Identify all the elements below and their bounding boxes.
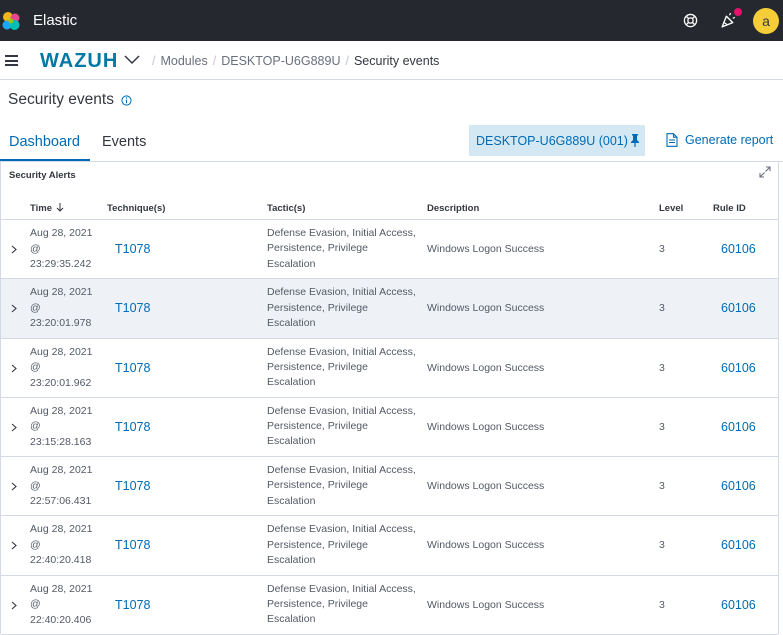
- table-row[interactable]: Aug 28, 2021 @22:57:06.431 T1078 Defense …: [1, 457, 778, 517]
- cell-description: Windows Logon Success: [427, 420, 545, 433]
- cell-technique-link[interactable]: T1078: [115, 301, 150, 315]
- wazuh-logo[interactable]: WAZUH: [40, 50, 118, 73]
- cell-level: 3: [659, 539, 665, 552]
- table-body: Aug 28, 2021 @23:29:35.242 T1078 Defense …: [1, 220, 778, 635]
- cell-technique-link[interactable]: T1078: [115, 538, 150, 552]
- cell-tactic: Defense Evasion, Initial Access, Persist…: [267, 227, 416, 270]
- cell-rule-id-link[interactable]: 60106: [721, 479, 756, 493]
- cell-tactic: Defense Evasion, Initial Access, Persist…: [267, 464, 416, 507]
- active-tab-indicator: [0, 159, 90, 161]
- generate-report-label: Generate report: [685, 133, 774, 147]
- sort-descending-icon: [56, 203, 64, 212]
- user-avatar[interactable]: a: [753, 8, 779, 34]
- elastic-logo-icon[interactable]: [1, 11, 21, 31]
- cell-rule-id-link[interactable]: 60106: [721, 301, 756, 315]
- breadcrumb-current: Security events: [353, 54, 440, 68]
- table-row[interactable]: Aug 28, 2021 @22:40:20.418 T1078 Defense …: [1, 516, 778, 576]
- cell-rule-id-link[interactable]: 60106: [721, 538, 756, 552]
- expand-icon[interactable]: [759, 166, 771, 178]
- app-title: Elastic: [33, 12, 78, 29]
- cell-tactic: Defense Evasion, Initial Access, Persist…: [267, 404, 416, 448]
- column-header-time[interactable]: Time: [30, 203, 64, 214]
- help-icon[interactable]: [683, 13, 698, 28]
- cell-description: Windows Logon Success: [427, 361, 545, 374]
- column-header-level[interactable]: Level: [659, 203, 683, 214]
- column-header-description[interactable]: Description: [427, 203, 479, 214]
- table-row[interactable]: Aug 28, 2021 @23:29:35.242 T1078 Defense …: [1, 220, 778, 280]
- cell-rule-id-link[interactable]: 60106: [721, 420, 756, 434]
- chevron-right-icon[interactable]: [11, 541, 17, 550]
- column-header-rule-id[interactable]: Rule ID: [713, 203, 746, 214]
- table-row[interactable]: Aug 28, 2021 @23:20:01.978 T1078 Defense …: [1, 279, 778, 339]
- cell-tactic: Defense Evasion, Initial Access, Persist…: [267, 345, 416, 389]
- cell-level: 3: [659, 420, 665, 433]
- chevron-right-icon[interactable]: [11, 304, 17, 313]
- page-title: Security events: [8, 91, 114, 108]
- cell-level: 3: [659, 598, 665, 611]
- cell-rule-id-link[interactable]: 60106: [721, 242, 756, 256]
- cell-technique-link[interactable]: T1078: [115, 361, 150, 375]
- cell-rule-id-link[interactable]: 60106: [721, 361, 756, 375]
- notification-dot: [734, 8, 742, 16]
- chevron-right-icon[interactable]: [11, 364, 17, 373]
- breadcrumb-agent[interactable]: DESKTOP-U6G889U: [221, 54, 340, 68]
- chevron-down-icon[interactable]: [124, 55, 140, 65]
- breadcrumb: / Modules / DESKTOP-U6G889U / Security e…: [152, 54, 440, 68]
- breadcrumb-bar: WAZUH / Modules / DESKTOP-U6G889U / Secu…: [0, 41, 783, 80]
- info-icon[interactable]: [121, 95, 132, 106]
- cell-time: Aug 28, 2021 @23:29:35.242: [30, 227, 93, 270]
- cell-time: Aug 28, 2021 @23:15:28.163: [30, 404, 93, 448]
- cell-technique-link[interactable]: T1078: [115, 242, 150, 256]
- cell-description: Windows Logon Success: [427, 598, 545, 611]
- cell-rule-id-link[interactable]: 60106: [721, 598, 756, 612]
- pin-icon[interactable]: [630, 134, 640, 147]
- generate-report-button[interactable]: Generate report: [666, 133, 773, 147]
- panel-title: Security Alerts: [9, 170, 76, 181]
- hamburger-menu-icon[interactable]: [5, 55, 18, 66]
- cell-time: Aug 28, 2021 @22:57:06.431: [30, 464, 93, 508]
- cell-time: Aug 28, 2021 @22:40:20.406: [30, 582, 93, 626]
- cell-level: 3: [659, 480, 665, 493]
- chevron-right-icon[interactable]: [11, 245, 17, 254]
- cell-level: 3: [659, 302, 665, 315]
- cell-tactic: Defense Evasion, Initial Access, Persist…: [267, 523, 416, 567]
- cell-description: Windows Logon Success: [427, 243, 545, 255]
- cell-description: Windows Logon Success: [427, 539, 545, 552]
- top-header: Elastic a: [0, 0, 783, 41]
- cell-level: 3: [659, 243, 665, 255]
- cell-level: 3: [659, 361, 665, 374]
- document-icon: [666, 133, 678, 147]
- table-row[interactable]: Aug 28, 2021 @23:15:28.163 T1078 Defense …: [1, 398, 778, 458]
- column-header-technique[interactable]: Technique(s): [107, 203, 165, 214]
- breadcrumb-modules[interactable]: Modules: [160, 54, 207, 68]
- cell-time: Aug 28, 2021 @22:40:20.418: [30, 523, 93, 567]
- cell-time: Aug 28, 2021 @23:20:01.962: [30, 345, 93, 389]
- table-header: Time Technique(s) Tactic(s) Description …: [1, 195, 778, 220]
- chevron-right-icon[interactable]: [11, 482, 17, 491]
- tab-dashboard[interactable]: Dashboard: [9, 134, 80, 150]
- cell-technique-link[interactable]: T1078: [115, 479, 150, 493]
- agent-chip-label: DESKTOP-U6G889U (001): [476, 133, 628, 148]
- security-alerts-panel: Security Alerts Time Technique(s) Tactic…: [0, 162, 779, 635]
- tab-bar: Dashboard Events DESKTOP-U6G889U (001) G…: [0, 125, 783, 162]
- cell-time: Aug 28, 2021 @23:20:01.978: [30, 286, 93, 330]
- table-row[interactable]: Aug 28, 2021 @23:20:01.962 T1078 Defense …: [1, 339, 778, 398]
- cell-description: Windows Logon Success: [427, 302, 545, 315]
- chevron-right-icon[interactable]: [11, 423, 17, 432]
- cell-technique-link[interactable]: T1078: [115, 598, 150, 612]
- cell-technique-link[interactable]: T1078: [115, 420, 150, 434]
- agent-selector[interactable]: DESKTOP-U6G889U (001): [469, 125, 645, 156]
- cell-tactic: Defense Evasion, Initial Access, Persist…: [267, 286, 416, 329]
- column-header-tactic[interactable]: Tactic(s): [267, 203, 305, 214]
- cell-tactic: Defense Evasion, Initial Access, Persist…: [267, 582, 416, 626]
- cell-description: Windows Logon Success: [427, 480, 545, 493]
- chevron-right-icon[interactable]: [11, 601, 17, 610]
- tab-events[interactable]: Events: [102, 134, 146, 150]
- table-row[interactable]: Aug 28, 2021 @22:40:20.406 T1078 Defense …: [1, 576, 778, 635]
